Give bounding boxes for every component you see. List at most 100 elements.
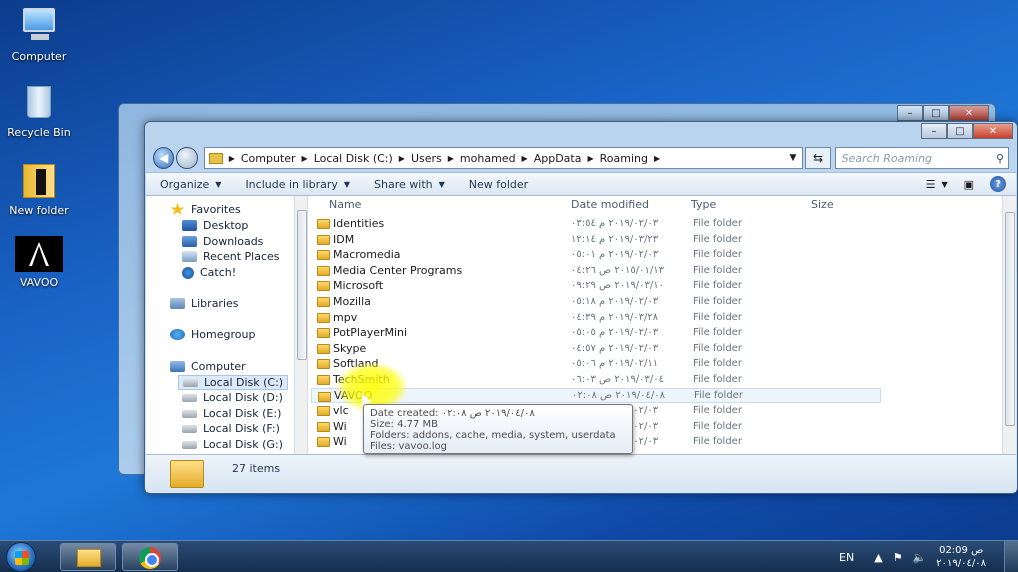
folder-icon xyxy=(317,359,330,370)
nav-disk-f[interactable]: Local Disk (F:) xyxy=(182,422,280,435)
breadcrumb-separator-icon: ▶ xyxy=(228,153,235,163)
explorer-icon xyxy=(77,549,101,567)
back-button[interactable]: ◀ xyxy=(153,147,175,169)
nav-desktop[interactable]: Desktop xyxy=(182,219,248,232)
nav-disk-d[interactable]: Local Disk (D:) xyxy=(182,391,283,404)
breadcrumb-mohamed[interactable]: mohamed xyxy=(460,152,516,165)
address-bar[interactable]: ▶ Computer ▶ Local Disk (C:) ▶ Users ▶ moha… xyxy=(203,147,804,169)
taskbar-chrome[interactable] xyxy=(122,543,178,571)
desktop-new-folder[interactable]: New folder xyxy=(4,160,74,217)
file-row[interactable]: Identities ٢٠١٩/٠٢/٠٣ م ٠٣:٥٤ File folder xyxy=(311,216,881,231)
file-row[interactable]: IDM ٢٠١٩/٠٣/٢٣ م ١٢:١٤ File folder xyxy=(311,232,881,247)
search-input[interactable]: Search Roaming ⚲ xyxy=(834,147,1009,169)
file-date: ٢٠١٩/٠٣/٠٤ ص ٠٦:٠٣ xyxy=(571,374,665,385)
column-size[interactable]: Size xyxy=(811,198,834,211)
nav-homegroup[interactable]: Homegroup xyxy=(170,328,255,341)
file-type: File folder xyxy=(693,218,742,229)
address-dropdown-icon[interactable]: ▼ xyxy=(790,153,797,163)
folder-icon xyxy=(317,421,330,432)
refresh-button[interactable]: ⇆ xyxy=(805,147,831,169)
preview-pane-icon[interactable]: ▣ xyxy=(964,178,974,191)
breadcrumb-separator-icon[interactable]: ▶ xyxy=(522,154,528,163)
breadcrumb-roaming[interactable]: Roaming xyxy=(600,152,648,165)
file-name: Mozilla xyxy=(333,295,371,308)
file-row[interactable]: mpv ٢٠١٩/٠٣/٢٨ م ٠٤:٣٩ File folder xyxy=(311,310,881,325)
nav-disk-g[interactable]: Local Disk (G:) xyxy=(182,438,283,451)
desktop-recycle-bin[interactable]: Recycle Bin xyxy=(4,82,74,139)
desktop-computer[interactable]: Computer xyxy=(4,6,74,63)
help-icon[interactable]: ? xyxy=(990,176,1006,192)
taskbar-explorer[interactable] xyxy=(60,543,116,571)
file-name: Wi xyxy=(333,435,347,449)
file-date: ٢٠١٩/٠٢/٠٣ م ٠٥:١٨ xyxy=(571,296,659,307)
file-type: File folder xyxy=(693,420,742,432)
new-folder-button[interactable]: New folder xyxy=(469,178,528,191)
file-name: vlc xyxy=(333,404,349,418)
file-row[interactable]: Mozilla ٢٠١٩/٠٢/٠٣ م ٠٥:١٨ File folder xyxy=(311,294,881,309)
list-scrollbar[interactable] xyxy=(1002,196,1016,454)
view-options-icon[interactable]: ☰ xyxy=(926,178,936,191)
file-row[interactable]: PotPlayerMini ٢٠١٩/٠٢/٠٣ م ٠٥:٠٥ File fold… xyxy=(311,325,881,340)
maximize-button[interactable]: □ xyxy=(947,123,973,139)
nav-catch[interactable]: Catch! xyxy=(182,266,236,279)
share-with-button[interactable]: Share with ▼ xyxy=(374,178,445,191)
organize-button[interactable]: Organize ▼ xyxy=(160,178,221,191)
nav-computer[interactable]: Computer xyxy=(170,360,246,373)
show-desktop-button[interactable] xyxy=(1004,541,1018,572)
nav-disk-c[interactable]: Local Disk (C:) xyxy=(178,375,289,390)
disk-icon xyxy=(183,378,198,387)
file-name: Wi xyxy=(333,419,347,433)
file-name: Skype xyxy=(333,341,367,355)
file-type: File folder xyxy=(693,405,742,417)
desktop-icon-label: Computer xyxy=(11,50,67,63)
close-button[interactable]: ✕ xyxy=(949,105,989,121)
nav-libraries[interactable]: Libraries xyxy=(170,297,239,310)
desktop-vavoo[interactable]: VAVOO xyxy=(4,236,74,289)
nav-scrollbar[interactable] xyxy=(294,196,307,454)
file-date: ٢٠١٩/٠٣/٢٨ م ٠٤:٣٩ xyxy=(571,311,659,323)
minimize-button[interactable]: – xyxy=(897,105,923,121)
folder-icon xyxy=(208,152,223,164)
breadcrumb-separator-icon[interactable]: ▶ xyxy=(654,154,660,163)
breadcrumb-separator-icon[interactable]: ▶ xyxy=(399,154,405,163)
clock[interactable]: ص 02:09 ٢٠١٩/٠٤/٠٨ xyxy=(936,544,986,570)
column-date-modified[interactable]: Date modified xyxy=(571,198,649,211)
nav-downloads[interactable]: Downloads xyxy=(182,235,263,248)
breadcrumb-separator-icon[interactable]: ▶ xyxy=(587,154,593,163)
file-row[interactable]: Skype ٢٠١٩/٠٢/٠٣ م ٠٤:٥٧ File folder xyxy=(311,341,881,356)
maximize-button[interactable]: □ xyxy=(923,105,949,121)
search-icon[interactable]: ⚲ xyxy=(996,152,1004,165)
nav-label: Homegroup xyxy=(191,328,256,341)
file-row[interactable]: Macromedia ٢٠١٩/٠٢/٠٣ م ٠٥:٠١ File folder xyxy=(311,247,881,262)
address-row: ◀ ▶ Computer ▶ Local Disk (C:) ▶ Users ▶ mo… xyxy=(153,146,1009,170)
show-hidden-icons-icon[interactable]: ▲ xyxy=(874,551,882,564)
close-button[interactable]: ✕ xyxy=(973,123,1013,139)
breadcrumb-separator-icon[interactable]: ▶ xyxy=(448,154,454,163)
view-controls: ☰ ▼ ▣ ? xyxy=(910,176,1006,192)
nav-label: Local Disk (C:) xyxy=(204,376,284,389)
file-date: ٢٠١٩/٠٢/٠٣ م ٠٥:٠١ xyxy=(571,249,659,261)
include-in-library-button[interactable]: Include in library ▼ xyxy=(245,178,350,191)
scrollbar-thumb[interactable] xyxy=(1005,212,1015,426)
nav-recent-places[interactable]: Recent Places xyxy=(182,250,280,263)
language-indicator[interactable]: EN xyxy=(839,551,854,564)
chevron-down-icon[interactable]: ▼ xyxy=(941,180,947,189)
file-row[interactable]: Media Center Programs ٢٠١٥/٠١/١٣ ص ٠٤:٢٦ F… xyxy=(311,263,881,278)
column-name[interactable]: Name xyxy=(329,198,361,211)
file-row[interactable]: Microsoft ٢٠١٩/٠٣/١٠ ص ٠٩:٢٩ File folder xyxy=(311,278,881,293)
breadcrumb-appdata[interactable]: AppData xyxy=(534,152,582,165)
breadcrumb-local-disk[interactable]: Local Disk (C:) xyxy=(314,152,393,165)
nav-disk-e[interactable]: Local Disk (E:) xyxy=(182,407,281,420)
nav-favorites[interactable]: Favorites xyxy=(170,203,241,216)
breadcrumb-separator-icon[interactable]: ▶ xyxy=(302,154,308,163)
scrollbar-thumb[interactable] xyxy=(297,210,307,360)
volume-icon[interactable]: 🔈 xyxy=(913,551,927,564)
minimize-button[interactable]: – xyxy=(921,123,947,139)
column-type[interactable]: Type xyxy=(691,198,716,211)
vavoo-icon xyxy=(15,236,63,272)
action-center-icon[interactable]: ⚑ xyxy=(893,551,903,564)
start-button[interactable] xyxy=(6,542,36,572)
breadcrumb-computer[interactable]: Computer xyxy=(241,152,296,165)
forward-button[interactable] xyxy=(176,147,198,169)
breadcrumb-users[interactable]: Users xyxy=(411,152,442,165)
